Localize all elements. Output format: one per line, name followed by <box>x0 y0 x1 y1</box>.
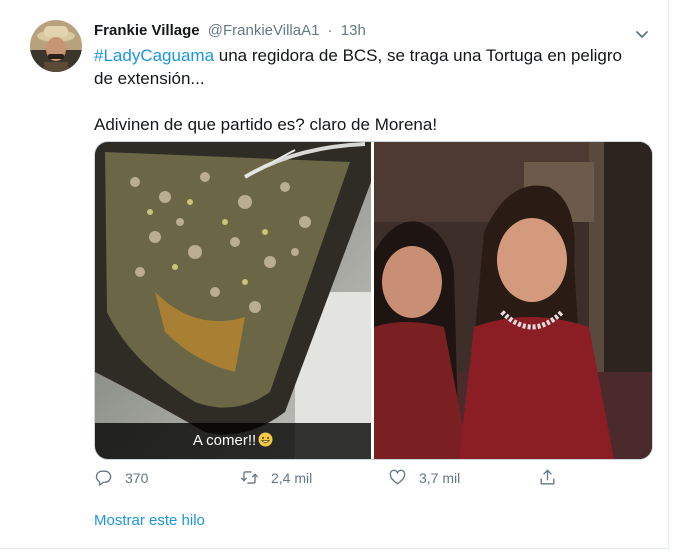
portrait-photo-image <box>374 142 652 459</box>
reply-button[interactable]: 370 <box>94 468 148 487</box>
author-handle[interactable]: @FrankieVillaA1 <box>208 22 320 39</box>
food-photo-image <box>95 142 371 459</box>
reply-bubble-icon <box>95 470 112 486</box>
tweet-text-line2: Adivinen de que partido es? claro de Mor… <box>94 115 438 134</box>
hashtag-link[interactable]: #LadyCaguama <box>94 46 214 65</box>
caption-text: A comer!! <box>192 432 257 449</box>
avatar-image <box>30 20 82 72</box>
media-grid: A comer!! <box>94 141 653 460</box>
tweet-text: #LadyCaguama una regidora de BCS, se tra… <box>94 44 634 136</box>
tweet-actions: 370 2,4 mil 3,7 mil <box>94 468 564 490</box>
retweet-button[interactable]: 2,4 mil <box>240 468 312 487</box>
like-count: 3,7 mil <box>419 469 461 486</box>
show-thread-link[interactable]: Mostrar este hilo <box>94 512 205 529</box>
grinning-face-icon <box>258 432 273 447</box>
share-button[interactable] <box>538 468 557 487</box>
reply-count: 370 <box>125 469 149 486</box>
photo-caption: A comer!! <box>95 423 371 459</box>
retweet-count: 2,4 mil <box>271 469 313 486</box>
share-upload-icon <box>540 469 555 485</box>
tweet-card[interactable]: Frankie Village @FrankieVillaA1 · 13h #L… <box>0 0 669 549</box>
avatar[interactable] <box>30 20 82 72</box>
separator-dot: · <box>327 22 333 39</box>
like-button[interactable]: 3,7 mil <box>388 468 460 487</box>
tweet-header: Frankie Village @FrankieVillaA1 · 13h <box>94 22 366 39</box>
retweet-icon <box>240 471 259 484</box>
timestamp[interactable]: 13h <box>341 22 366 39</box>
photo-food[interactable]: A comer!! <box>95 142 371 459</box>
heart-icon <box>389 469 406 485</box>
author-name[interactable]: Frankie Village <box>94 22 200 39</box>
photo-two-women[interactable] <box>374 142 652 459</box>
chevron-down-icon[interactable] <box>632 24 652 44</box>
